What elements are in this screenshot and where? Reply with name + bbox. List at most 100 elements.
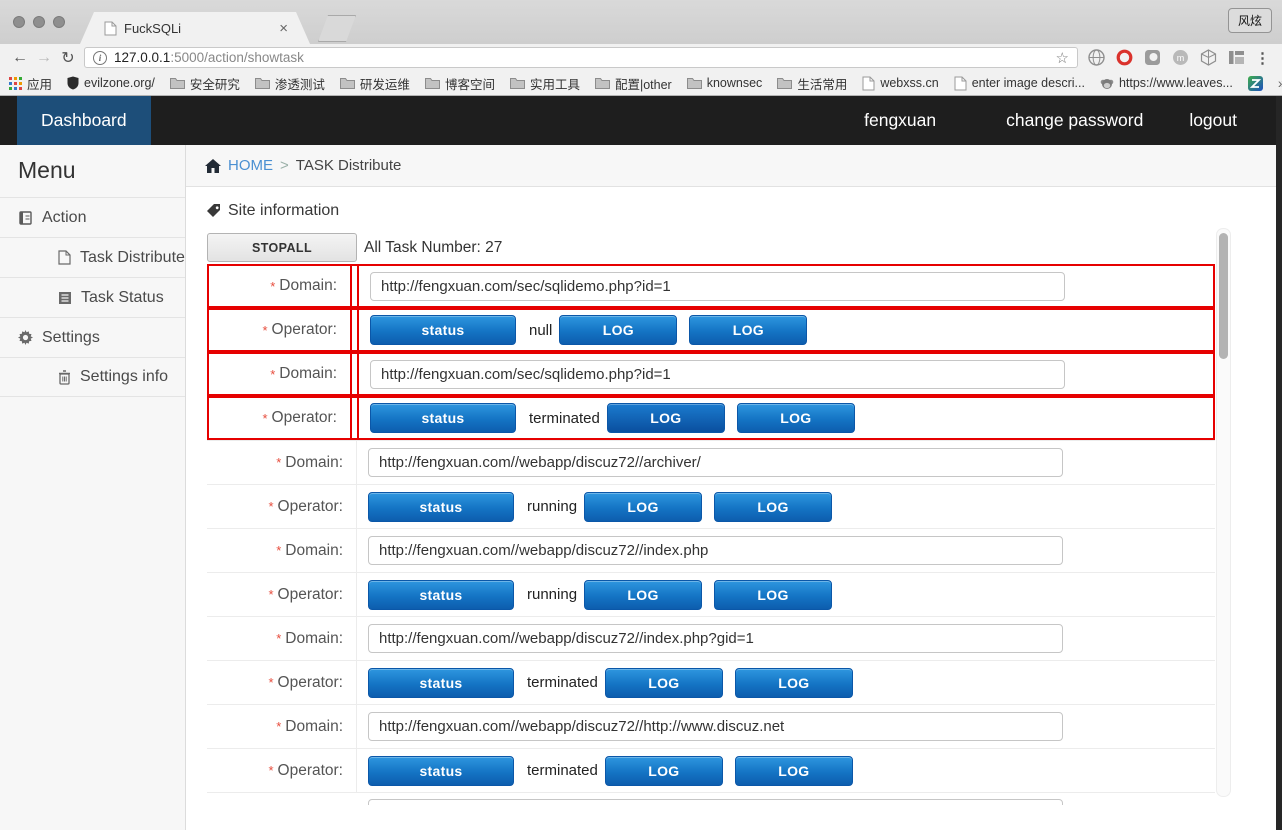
- browser-toolbar: ← → ↻ i 127.0.0.1:5000/action/showtask ☆…: [0, 44, 1282, 71]
- breadcrumb-home-link[interactable]: HOME: [228, 157, 273, 174]
- required-asterisk: *: [268, 587, 273, 602]
- task-status-text: running: [527, 586, 577, 603]
- sidebar-item-settings[interactable]: Settings: [0, 317, 185, 357]
- operator-label: * Operator:: [207, 573, 357, 616]
- domain-input[interactable]: [368, 712, 1063, 741]
- status-button[interactable]: status: [368, 668, 514, 698]
- bookmarks-overflow-icon[interactable]: »: [1278, 75, 1282, 91]
- folder-icon: [687, 77, 702, 89]
- status-button[interactable]: status: [368, 756, 514, 786]
- bookmark-item[interactable]: evilzone.org/: [67, 76, 155, 90]
- bookmark-label: 博客空间: [445, 74, 495, 93]
- bookmark-item[interactable]: 应用: [9, 74, 52, 93]
- ext-m-circle-icon[interactable]: m: [1172, 49, 1189, 66]
- log-button-1[interactable]: LOG: [584, 580, 702, 610]
- bookmark-item[interactable]: 生活常用: [777, 74, 847, 93]
- bookmark-item[interactable]: [1248, 76, 1263, 91]
- folder-icon: [170, 77, 185, 89]
- log-button-2[interactable]: LOG: [737, 403, 855, 433]
- operator-label-text: Operator:: [278, 498, 343, 516]
- domain-label-text: Domain:: [279, 365, 337, 383]
- domain-input[interactable]: [368, 536, 1063, 565]
- reload-icon[interactable]: ↻: [56, 48, 80, 68]
- log-button-2[interactable]: LOG: [689, 315, 807, 345]
- back-icon[interactable]: ←: [8, 49, 32, 67]
- ext-red-ring-icon[interactable]: [1116, 49, 1133, 66]
- domain-input[interactable]: [370, 360, 1065, 389]
- log-button-1[interactable]: LOG: [559, 315, 677, 345]
- stopall-button[interactable]: STOPALL: [207, 233, 357, 262]
- apps-grid-icon: [9, 77, 22, 90]
- bookmark-item[interactable]: 渗透测试: [255, 74, 325, 93]
- nav-username[interactable]: fengxuan: [864, 110, 936, 131]
- log-button-2[interactable]: LOG: [714, 492, 832, 522]
- bookmark-item[interactable]: 博客空间: [425, 74, 495, 93]
- sidebar-item-task-distribute[interactable]: Task Distribute: [0, 237, 185, 277]
- breadcrumb-separator: >: [280, 157, 289, 174]
- bookmark-item[interactable]: knownsec: [687, 76, 763, 90]
- bookmark-star-icon[interactable]: ☆: [1056, 49, 1069, 67]
- domain-label-text: Domain:: [279, 277, 337, 295]
- domain-label-text: Domain:: [285, 630, 343, 648]
- bookmark-item[interactable]: enter image descri...: [954, 76, 1085, 91]
- bookmark-item[interactable]: 配置|other: [595, 74, 672, 93]
- folder-icon: [340, 77, 355, 89]
- bookmark-item[interactable]: 安全研究: [170, 74, 240, 93]
- close-window-icon[interactable]: [13, 16, 25, 28]
- log-button-1[interactable]: LOG: [605, 668, 723, 698]
- bookmark-label: enter image descri...: [972, 76, 1085, 90]
- log-button-2[interactable]: LOG: [714, 580, 832, 610]
- ext-columns-icon[interactable]: [1228, 50, 1245, 65]
- domain-input[interactable]: [368, 799, 1063, 805]
- address-bar[interactable]: i 127.0.0.1:5000/action/showtask ☆: [84, 47, 1078, 68]
- sidebar-item-action[interactable]: Action: [0, 197, 185, 237]
- browser-tab[interactable]: FuckSQLi ×: [80, 12, 310, 44]
- required-asterisk: *: [262, 323, 267, 338]
- page-scrollbar[interactable]: [1216, 228, 1231, 797]
- status-button[interactable]: status: [370, 403, 516, 433]
- required-asterisk: *: [270, 367, 275, 382]
- log-button-1[interactable]: LOG: [584, 492, 702, 522]
- required-asterisk: *: [268, 763, 273, 778]
- tab-close-icon[interactable]: ×: [279, 20, 288, 37]
- sidebar-item-label: Settings info: [80, 368, 168, 386]
- scrollbar-thumb[interactable]: [1219, 233, 1228, 359]
- sidebar-item-task-status[interactable]: Task Status: [0, 277, 185, 317]
- ext-globe-icon[interactable]: [1088, 49, 1105, 66]
- sidebar-item-settings-info[interactable]: Settings info: [0, 357, 185, 397]
- log-button-2[interactable]: LOG: [735, 756, 853, 786]
- status-button[interactable]: status: [368, 580, 514, 610]
- bookmark-item[interactable]: 实用工具: [510, 74, 580, 93]
- svg-text:m: m: [1177, 53, 1185, 63]
- bookmark-label: webxss.cn: [880, 76, 938, 90]
- operator-row: * Operator: status running LOG LOG: [207, 572, 1215, 616]
- minimize-window-icon[interactable]: [33, 16, 45, 28]
- ext-cam-square-icon[interactable]: [1144, 49, 1161, 66]
- page-edge-background: [1276, 96, 1282, 830]
- domain-input[interactable]: [368, 624, 1063, 653]
- status-button[interactable]: status: [370, 315, 516, 345]
- operator-label: * Operator:: [207, 749, 357, 792]
- log-button-2[interactable]: LOG: [735, 668, 853, 698]
- browser-menu-icon[interactable]: ⋮: [1251, 49, 1274, 67]
- required-asterisk: *: [276, 455, 281, 470]
- log-button-1[interactable]: LOG: [607, 403, 725, 433]
- log-button-1[interactable]: LOG: [605, 756, 723, 786]
- nav-change-password[interactable]: change password: [1006, 110, 1143, 131]
- folder-icon: [425, 77, 440, 89]
- ext-cube-icon[interactable]: [1200, 49, 1217, 66]
- domain-input[interactable]: [368, 448, 1063, 477]
- bookmark-item[interactable]: webxss.cn: [862, 76, 938, 91]
- status-button[interactable]: status: [368, 492, 514, 522]
- profile-button[interactable]: 风炫: [1228, 8, 1272, 33]
- nav-dashboard[interactable]: Dashboard: [17, 96, 151, 145]
- bookmark-item[interactable]: https://www.leaves...: [1100, 76, 1233, 90]
- new-tab-button[interactable]: [318, 15, 356, 42]
- zoom-window-icon[interactable]: [53, 16, 65, 28]
- required-asterisk: *: [268, 675, 273, 690]
- page-info-icon[interactable]: i: [93, 51, 107, 65]
- task-table: * Domain: * Operator: status null LOG LO…: [207, 264, 1215, 805]
- nav-logout[interactable]: logout: [1189, 110, 1237, 131]
- domain-input[interactable]: [370, 272, 1065, 301]
- bookmark-item[interactable]: 研发运维: [340, 74, 410, 93]
